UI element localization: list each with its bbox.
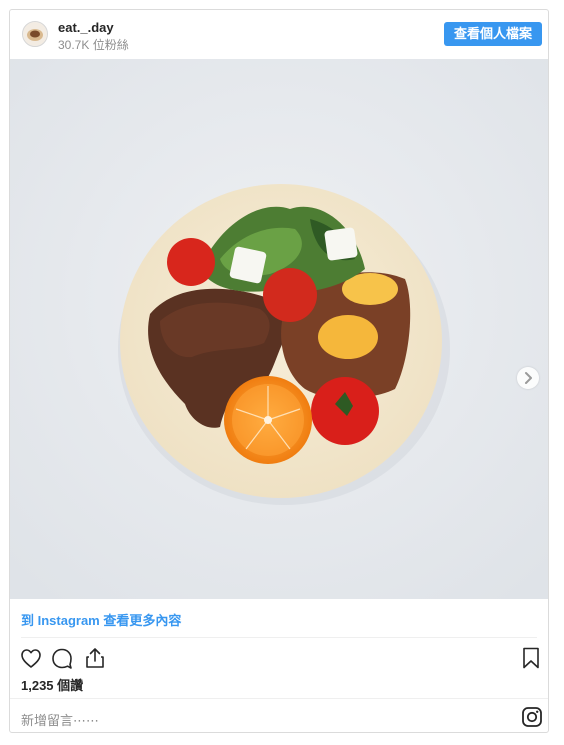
view-more-link[interactable]: 到 Instagram 查看更多內容 <box>21 610 181 629</box>
username[interactable]: eat._.day <box>58 20 114 35</box>
share-icon[interactable] <box>83 646 107 675</box>
instagram-embed-card: eat._.day 30.7K 位粉絲 查看個人檔案 到 Instagram 查… <box>9 9 549 733</box>
avatar[interactable] <box>22 21 48 47</box>
divider <box>21 637 537 638</box>
bookmark-icon[interactable] <box>519 646 543 675</box>
view-profile-button[interactable]: 查看個人檔案 <box>443 22 542 46</box>
follower-count: 30.7K 位粉絲 <box>58 38 129 52</box>
chevron-right-icon <box>525 372 532 384</box>
comment-icon[interactable] <box>50 646 74 675</box>
post-header: eat._.day 30.7K 位粉絲 查看個人檔案 <box>10 10 548 59</box>
divider <box>10 698 548 699</box>
avatar-image <box>23 22 47 46</box>
post-image[interactable] <box>10 59 548 599</box>
instagram-icon[interactable] <box>521 706 543 728</box>
action-bar <box>10 644 548 675</box>
food-photo <box>10 59 548 599</box>
next-slide-button[interactable] <box>517 367 539 389</box>
add-comment-field[interactable]: 新增留言⋯⋯ <box>21 710 99 729</box>
heart-icon[interactable] <box>19 646 43 675</box>
like-count[interactable]: 1,235 個讚 <box>21 675 83 694</box>
